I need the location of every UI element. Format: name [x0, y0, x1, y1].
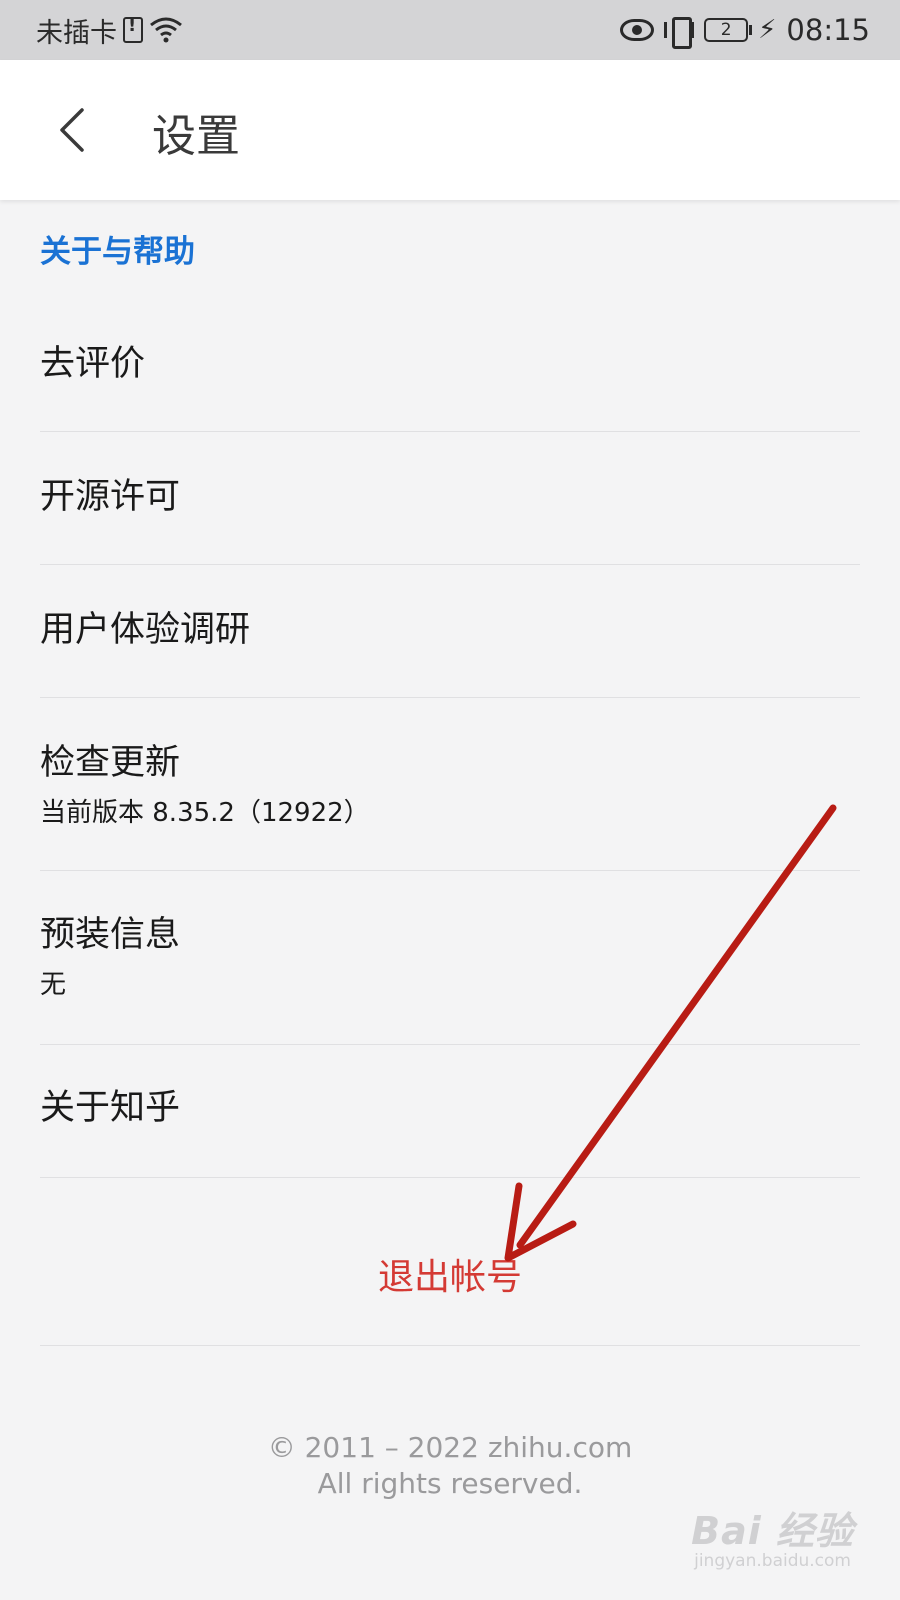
current-version: 当前版本 8.35.2（12922） [40, 798, 370, 828]
row-label: 关于知乎 [40, 1088, 181, 1128]
battery-icon: 2 [704, 18, 753, 42]
row-preinstall-info[interactable]: 预装信息 无 [40, 871, 860, 1045]
vibrate-icon [664, 16, 695, 49]
row-label: 用户体验调研 [40, 610, 251, 650]
row-label: 开源许可 [40, 477, 181, 517]
row-rate[interactable]: 去评价 [40, 300, 860, 432]
back-button[interactable] [54, 106, 94, 154]
status-bar: 未插卡 2 ⚡ 08:15 [0, 0, 900, 60]
rights-text: All rights reserved. [317, 1467, 583, 1500]
carrier-text: 未插卡 [36, 17, 117, 49]
logout-button[interactable]: 退出帐号 [40, 1202, 860, 1346]
footer: © 2011 – 2022 zhihu.com All rights reser… [0, 1430, 900, 1502]
copyright-text: © 2011 – 2022 zhihu.com [267, 1431, 633, 1464]
baidu-jingyan-watermark: Bai 经验 jingyan.baidu.com [691, 1500, 854, 1571]
page-title: 设置 [152, 111, 240, 162]
eye-comfort-icon [620, 19, 655, 41]
status-left: 未插卡 [36, 0, 183, 60]
charging-icon: ⚡ [758, 15, 777, 45]
section-title: 关于与帮助 [40, 234, 195, 270]
preinstall-value: 无 [40, 970, 67, 1000]
row-label: 检查更新 [40, 743, 181, 783]
row-user-survey[interactable]: 用户体验调研 [40, 565, 860, 698]
battery-tip [749, 25, 753, 35]
sim-alert-icon [123, 15, 143, 43]
row-label: 预装信息 [40, 915, 181, 955]
watermark-url: jingyan.baidu.com [694, 1551, 851, 1571]
clock: 08:15 [786, 13, 870, 47]
chevron-left-icon [60, 108, 84, 152]
battery-level: 2 [704, 18, 749, 42]
wifi-icon [149, 15, 183, 45]
row-check-update[interactable]: 检查更新 当前版本 8.35.2（12922） [40, 698, 860, 871]
watermark-logo: Bai 经验 [691, 1509, 854, 1553]
row-open-source-license[interactable]: 开源许可 [40, 432, 860, 565]
row-label: 去评价 [40, 344, 146, 384]
logout-label: 退出帐号 [377, 1256, 522, 1298]
app-header: 设置 [0, 60, 900, 200]
status-right: 2 ⚡ 08:15 [620, 0, 870, 60]
row-about-zhihu[interactable]: 关于知乎 [40, 1045, 860, 1178]
